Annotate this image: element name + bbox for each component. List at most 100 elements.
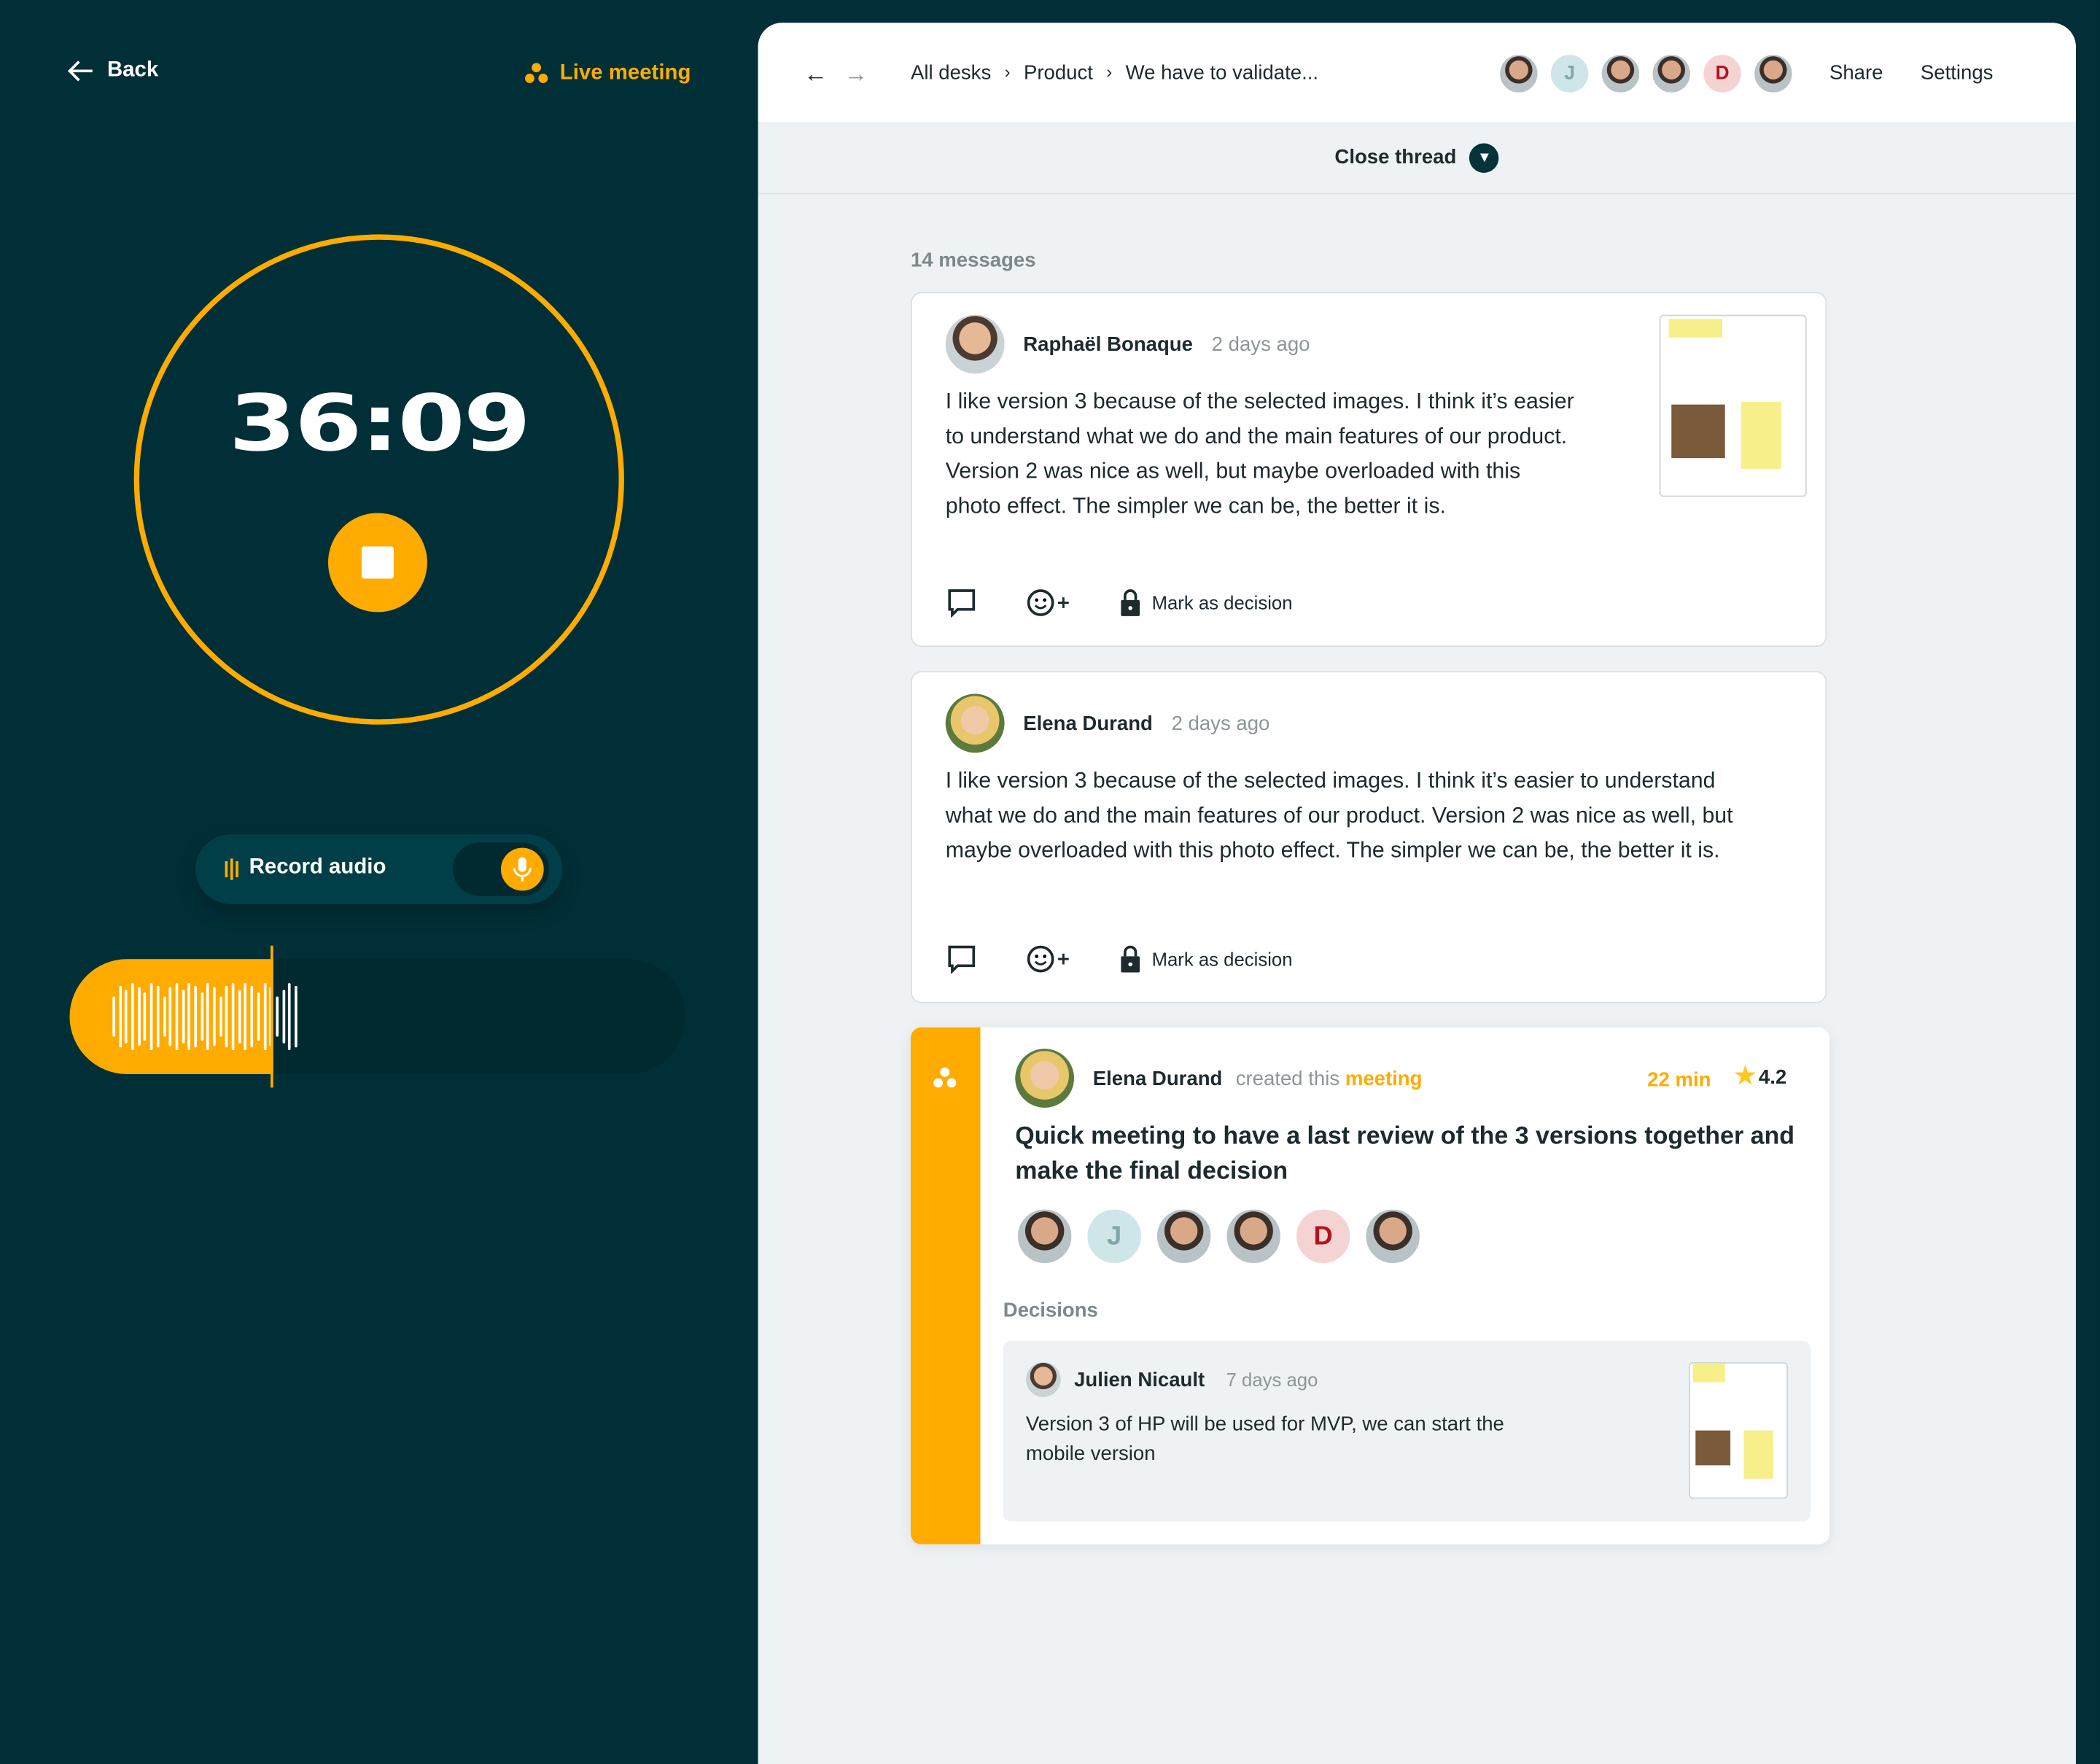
waveform-bar	[181, 990, 184, 1044]
reply-button[interactable]	[946, 588, 978, 618]
meeting-icon	[524, 63, 549, 84]
participant-avatar[interactable]: D	[1700, 52, 1744, 96]
waveform-bar	[187, 983, 191, 1050]
top-bar: ← → All desks › Product › We have to valid…	[758, 23, 2076, 123]
mark-as-decision-button[interactable]: Mark as decision	[1120, 588, 1293, 617]
waveform-bar	[244, 983, 247, 1050]
breadcrumb-current: We have to validate...	[1125, 61, 1319, 85]
comment-icon	[948, 945, 976, 974]
waveform-bar	[257, 992, 260, 1041]
waveform-bar	[213, 987, 216, 1046]
waveform-bar	[149, 983, 153, 1050]
participant-avatar[interactable]	[1154, 1206, 1214, 1266]
meeting-card: Elena Durand created this meeting 22 min…	[910, 1027, 1829, 1545]
reply-button[interactable]	[946, 944, 978, 974]
waveform-bar	[118, 985, 122, 1048]
created-label: created this	[1235, 1066, 1340, 1090]
meeting-rating: ★ 4.2	[1735, 1062, 1787, 1090]
timestamp: 2 days ago	[1211, 333, 1310, 356]
close-thread-button[interactable]: Close thread ▼	[758, 122, 2076, 195]
participant-avatar[interactable]: J	[1548, 52, 1592, 96]
participant-avatar[interactable]	[1599, 52, 1642, 96]
participant-avatar[interactable]: D	[1294, 1206, 1353, 1266]
meeting-title: Quick meeting to have a last review of t…	[1015, 1121, 1795, 1184]
stop-icon	[361, 546, 394, 579]
participant-avatar[interactable]	[1224, 1206, 1283, 1266]
audio-waveform[interactable]	[69, 959, 686, 1075]
waveform-bar	[194, 985, 197, 1048]
breadcrumb-separator: ›	[1106, 61, 1113, 82]
timer-ring	[133, 234, 624, 725]
decisions-heading: Decisions	[1003, 1299, 1098, 1322]
nav-back-icon[interactable]: ←	[804, 61, 828, 89]
waveform-bars	[112, 983, 298, 1050]
message-text: I like version 3 because of the selected…	[945, 389, 1574, 518]
waveform-bar	[144, 992, 147, 1041]
participant-avatar[interactable]	[1497, 52, 1541, 96]
close-thread-label: Close thread	[1334, 146, 1457, 169]
stop-button[interactable]	[327, 513, 427, 613]
waveform-bar	[250, 985, 254, 1048]
message-card: Elena Durand 2 days ago I like version 3…	[910, 671, 1827, 1003]
breadcrumb-product[interactable]: Product	[1024, 61, 1093, 84]
mark-as-decision-label: Mark as decision	[1151, 948, 1293, 970]
waveform-bar	[288, 983, 292, 1050]
waveform-bar	[276, 996, 279, 1037]
emoji-add-icon	[1027, 589, 1069, 616]
share-button[interactable]: Share	[1829, 61, 1883, 84]
live-meeting-label: Live meeting	[559, 61, 691, 85]
app: Back Live meeting 36:09 Record audio ← →…	[0, 0, 2100, 1764]
arrow-left-icon	[67, 61, 93, 82]
waveform-bar	[112, 996, 115, 1037]
waveform-bar	[131, 983, 134, 1050]
comment-icon	[948, 589, 976, 618]
waveform-bar	[294, 985, 298, 1048]
back-button[interactable]: Back	[67, 59, 158, 83]
participant-avatar[interactable]	[1649, 52, 1693, 96]
waveform-bar	[200, 992, 203, 1041]
nav-forward-icon[interactable]: →	[844, 61, 868, 89]
waveform-bar	[163, 996, 166, 1037]
record-audio-label: Record audio	[249, 855, 386, 879]
author-name: Raphaël Bonaque	[1023, 333, 1193, 356]
participant-avatar[interactable]	[1015, 1206, 1075, 1266]
avatar	[1025, 1361, 1061, 1397]
waveform-bar	[137, 987, 141, 1046]
message-card: Raphaël Bonaque 2 days ago I like versio…	[910, 292, 1827, 648]
waveform-bar	[262, 983, 266, 1050]
meeting-icon	[933, 1067, 957, 1089]
meeting-participants: JD	[1015, 1206, 1423, 1266]
playhead[interactable]	[271, 945, 273, 1088]
lock-icon	[1121, 589, 1140, 616]
participant-avatar[interactable]: J	[1084, 1206, 1144, 1266]
waveform-bar	[156, 985, 160, 1048]
mark-as-decision-label: Mark as decision	[1151, 591, 1293, 614]
thread-panel: ← → All desks › Product › We have to valid…	[758, 23, 2076, 1764]
star-icon: ★	[1734, 1062, 1757, 1089]
decision-text: Version 3 of HP will be used for MVP, we…	[1025, 1413, 1504, 1466]
record-audio-toggle[interactable]	[452, 842, 550, 896]
participant-avatar[interactable]	[1751, 52, 1795, 96]
meeting-duration: 22 min	[1647, 1068, 1711, 1092]
chevron-down-icon: ▼	[1469, 142, 1500, 173]
breadcrumb-separator: ›	[1004, 61, 1011, 82]
participant-avatar[interactable]	[1363, 1206, 1423, 1266]
breadcrumb-all-desks[interactable]: All desks	[911, 61, 991, 84]
timestamp: 7 days ago	[1226, 1369, 1318, 1391]
add-reaction-button[interactable]	[1026, 588, 1071, 617]
add-reaction-button[interactable]	[1026, 944, 1071, 974]
attachment-thumbnail[interactable]	[1659, 314, 1807, 497]
meeting-link[interactable]: meeting	[1345, 1067, 1423, 1089]
waveform-bar	[168, 987, 172, 1046]
decision-item: Julien Nicault 7 days ago Version 3 of H…	[1003, 1340, 1811, 1522]
back-label: Back	[106, 58, 159, 82]
microphone-icon	[500, 847, 544, 891]
waveform-bar	[175, 983, 179, 1050]
author-name: Julien Nicault	[1074, 1368, 1205, 1391]
settings-button[interactable]: Settings	[1921, 61, 1994, 84]
timer: 36:09	[228, 377, 532, 469]
mark-as-decision-button[interactable]: Mark as decision	[1120, 944, 1293, 974]
record-audio-control: Record audio	[195, 834, 563, 904]
attachment-thumbnail[interactable]	[1689, 1361, 1789, 1499]
avatar	[945, 314, 1005, 374]
